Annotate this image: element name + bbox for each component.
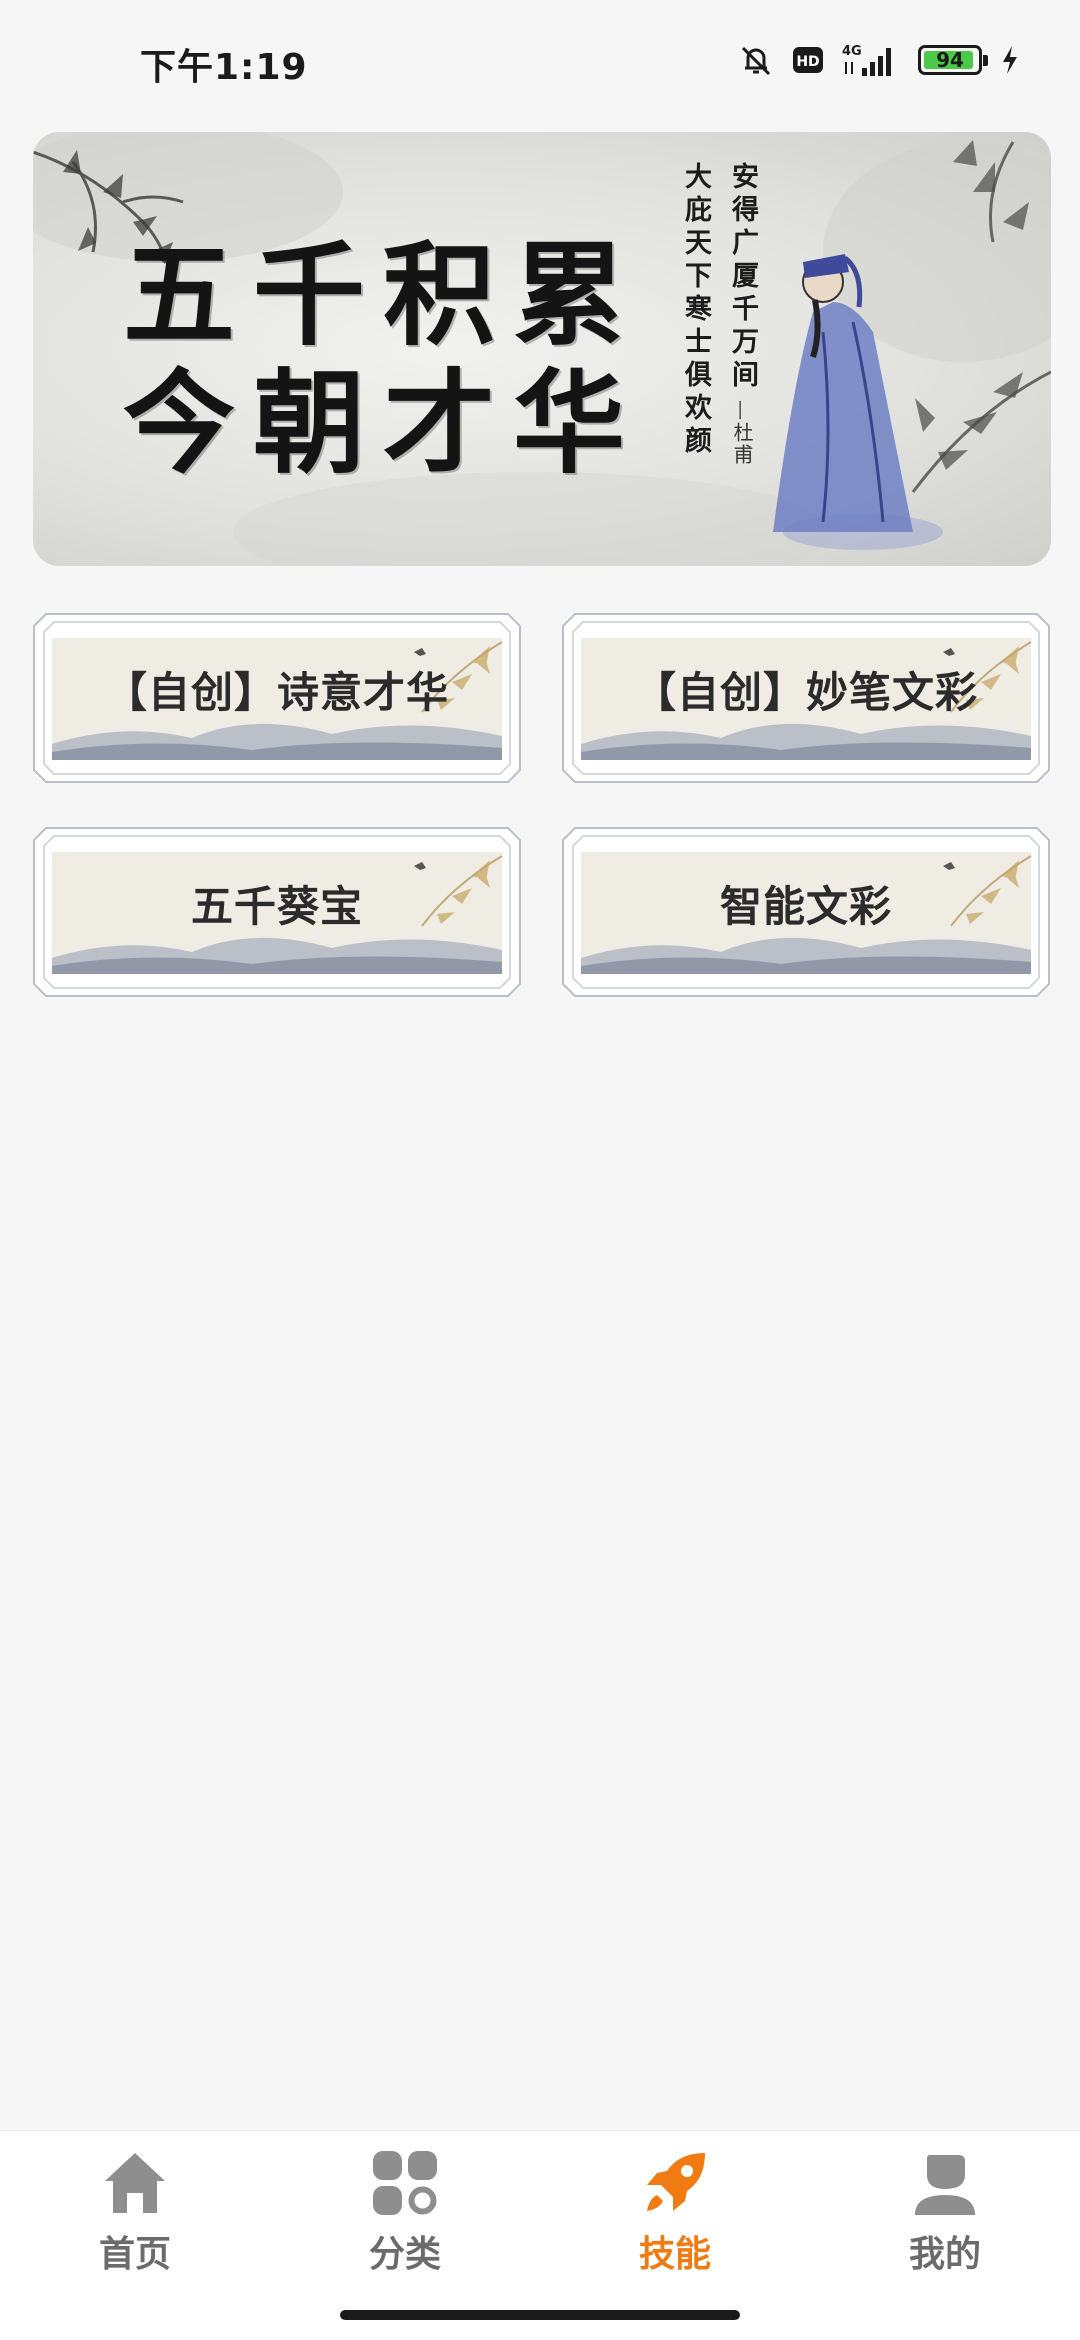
battery-level: 94 <box>936 48 964 72</box>
poem-line-2: 大庇天下寒士俱欢颜 <box>680 162 711 459</box>
skill-card-smart-writing[interactable]: 智能文彩 <box>561 826 1051 998</box>
skill-label: 五千葵宝 <box>190 881 363 931</box>
status-time: 下午1:19 <box>140 47 308 88</box>
nav-label-skills: 技能 <box>638 2234 711 2275</box>
svg-text:4G: 4G <box>842 44 862 59</box>
hero-banner[interactable]: 五千积累 今朝才华 安得广厦千万间 大庇天下寒士俱欢颜 —杜甫 <box>33 132 1051 566</box>
user-icon <box>909 2147 981 2219</box>
poem-line-1: 安得广厦千万间 <box>727 162 758 393</box>
nav-item-mine[interactable]: 我的 <box>845 2147 1045 2287</box>
skill-card-poetic-talent[interactable]: 【自创】诗意才华 <box>32 612 522 784</box>
status-bar: 下午1:19 HD 4G 94 <box>0 0 1080 120</box>
skill-label: 智能文彩 <box>719 881 892 931</box>
nav-item-category[interactable]: 分类 <box>305 2147 505 2287</box>
rocket-icon <box>639 2147 711 2219</box>
skill-label: 【自创】诗意才华 <box>104 667 449 717</box>
nav-item-home[interactable]: 首页 <box>35 2147 235 2287</box>
home-indicator[interactable] <box>340 2310 740 2320</box>
charging-icon <box>1000 44 1020 76</box>
4g-signal-icon: 4G <box>842 42 900 78</box>
nav-item-skills[interactable]: 技能 <box>575 2147 775 2287</box>
mute-bell-icon <box>738 42 774 78</box>
hd-icon: HD <box>792 45 824 75</box>
category-grid-icon <box>369 2147 441 2219</box>
skill-card-wuqian-treasure[interactable]: 五千葵宝 <box>32 826 522 998</box>
svg-text:HD: HD <box>796 54 819 70</box>
nav-label-home: 首页 <box>98 2234 171 2275</box>
banner-title-line2: 今朝才华 <box>123 358 643 489</box>
bottom-nav: 首页 分类 技能 我的 <box>0 2130 1080 2340</box>
banner-title-line1: 五千积累 <box>123 230 643 361</box>
home-icon <box>99 2147 171 2219</box>
status-icons: HD 4G 94 <box>738 40 1020 80</box>
nav-label-mine: 我的 <box>908 2234 981 2275</box>
poem-author: —杜甫 <box>730 400 754 466</box>
battery-icon: 94 <box>918 45 988 75</box>
skill-label: 【自创】妙笔文彩 <box>633 667 978 717</box>
skill-card-brilliant-writing[interactable]: 【自创】妙笔文彩 <box>561 612 1051 784</box>
nav-label-category: 分类 <box>368 2234 441 2275</box>
